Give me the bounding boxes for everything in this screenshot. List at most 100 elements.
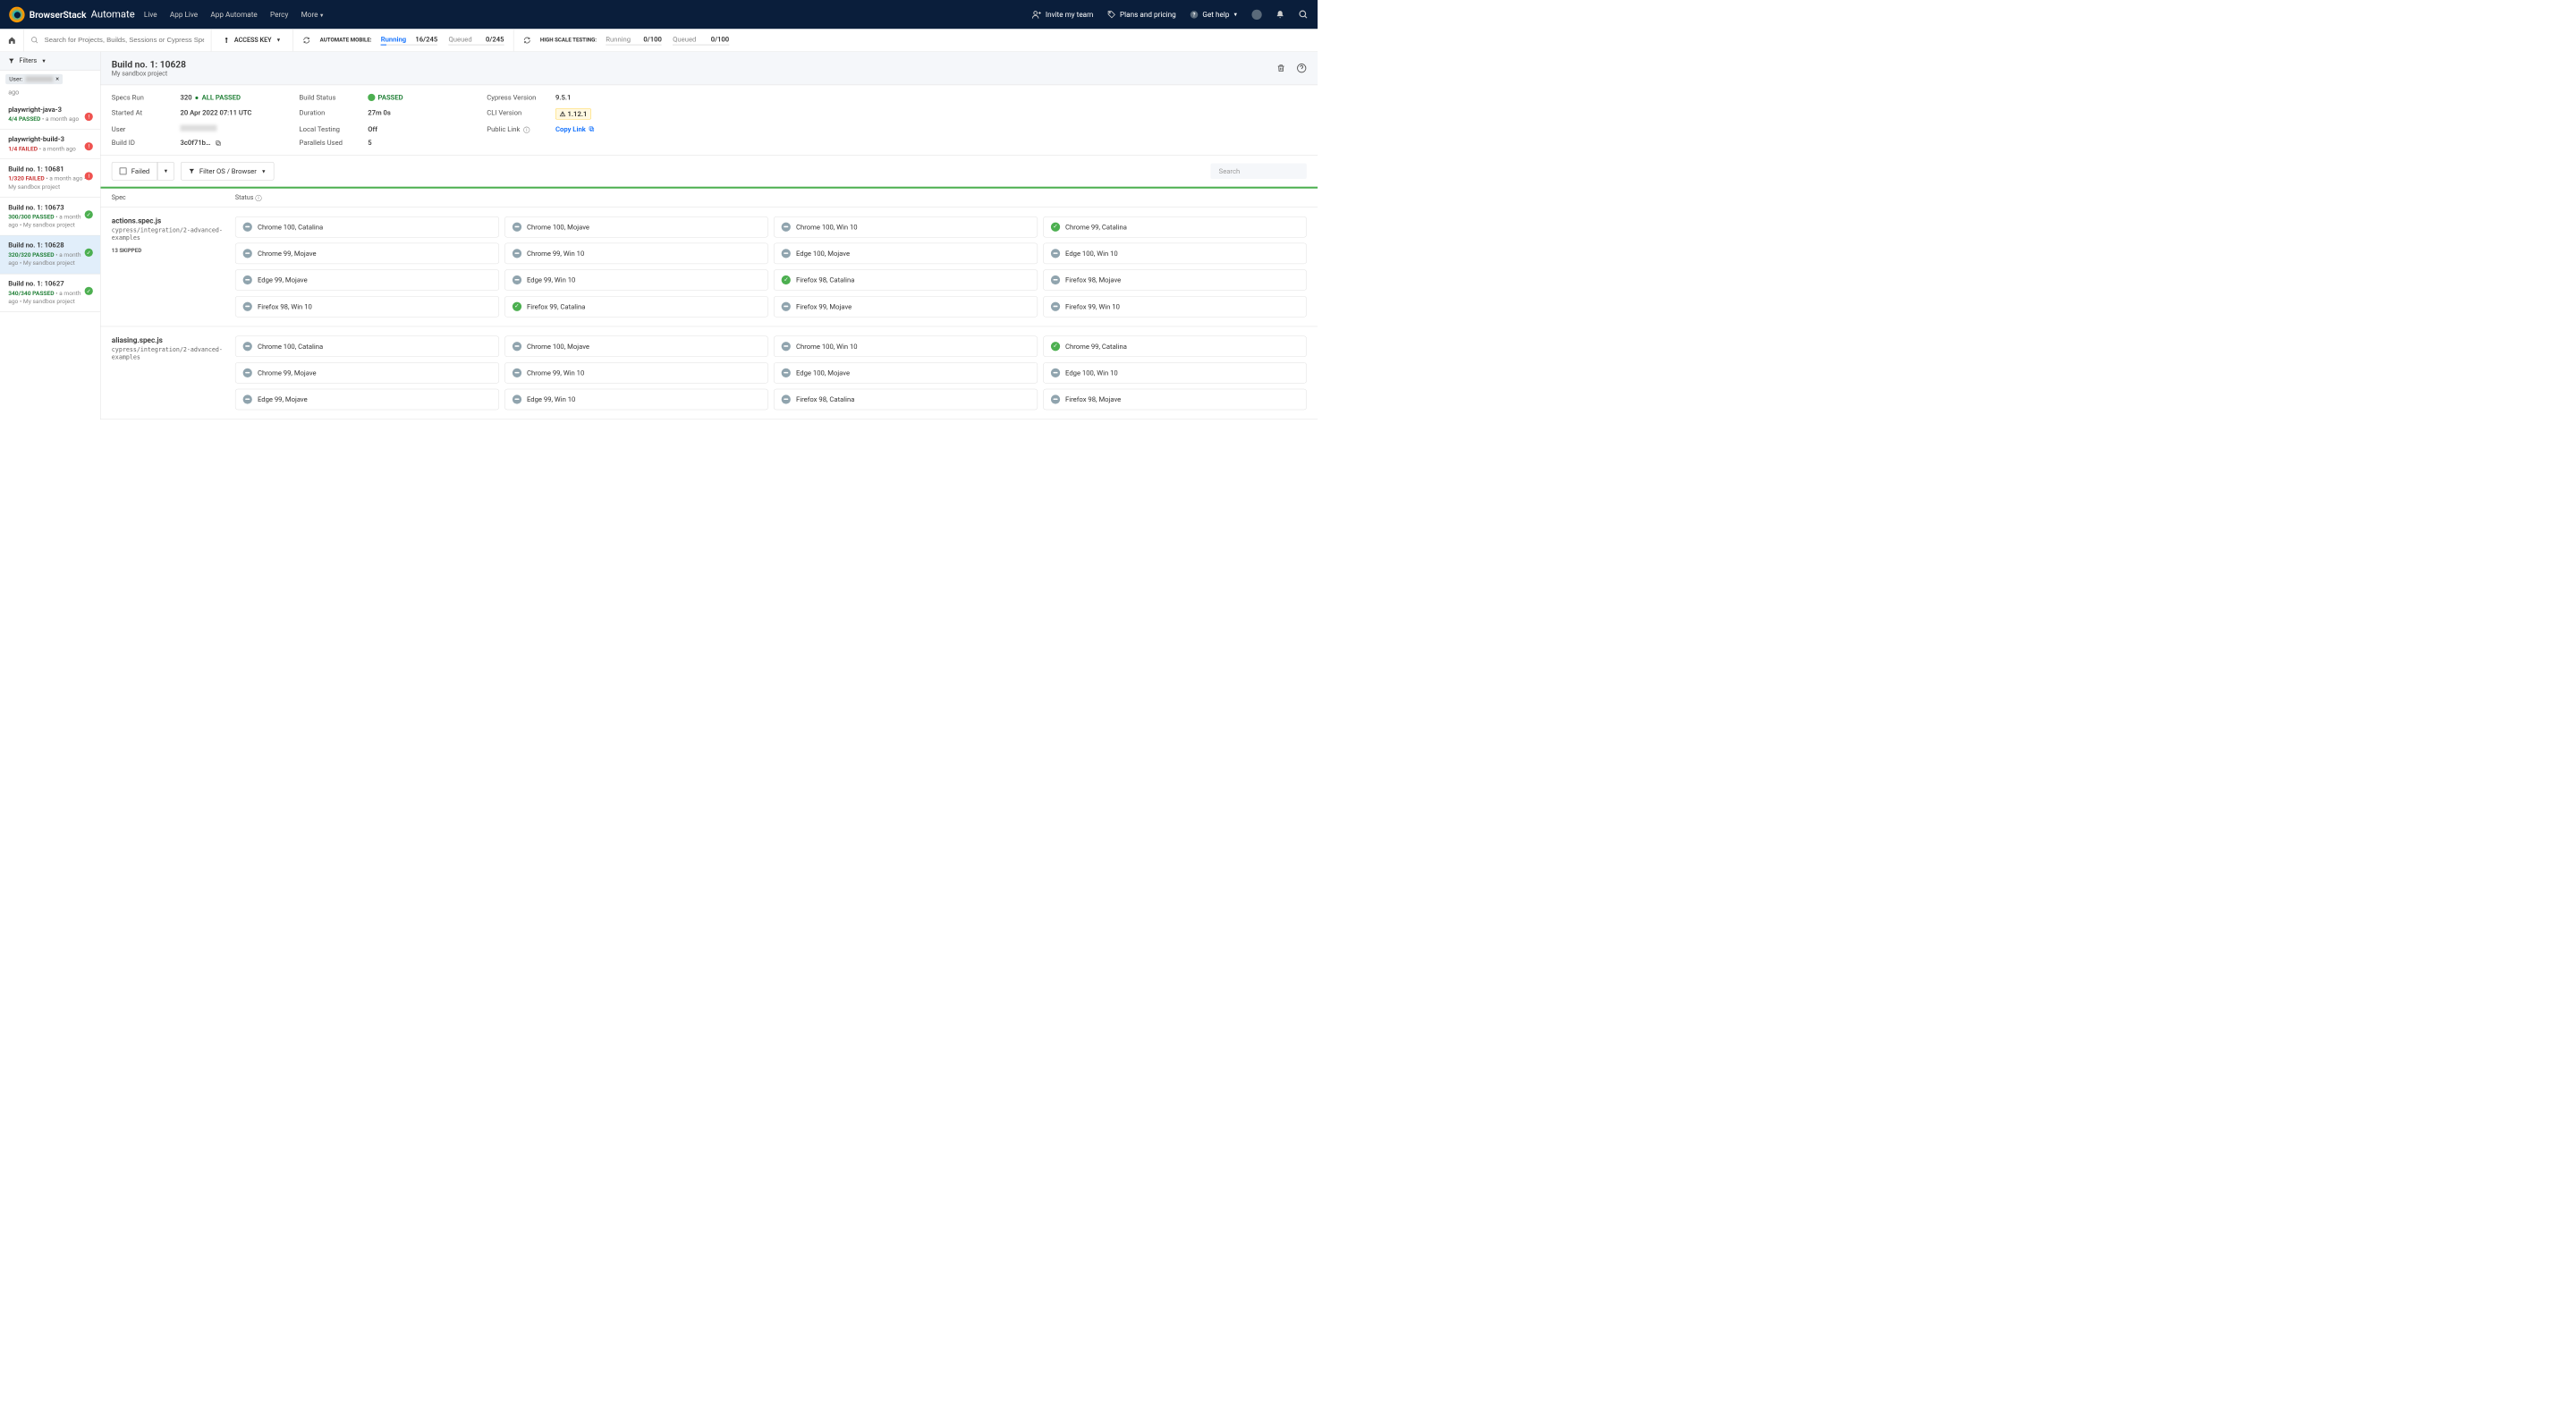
env-chip[interactable]: Edge 99, Mojave xyxy=(235,269,499,291)
copy-link-button[interactable]: Copy Link xyxy=(555,125,595,133)
env-chip[interactable]: Chrome 99, Catalina xyxy=(1043,216,1307,238)
env-chip[interactable]: Edge 99, Win 10 xyxy=(504,389,768,411)
trash-icon[interactable] xyxy=(1276,64,1285,73)
filter-os-label: Filter OS / Browser xyxy=(199,167,257,175)
env-chip[interactable]: Chrome 99, Mojave xyxy=(235,362,499,384)
env-chip[interactable]: Firefox 99, Catalina xyxy=(504,296,768,318)
env-chip-label: Chrome 99, Mojave xyxy=(258,369,317,377)
key-icon xyxy=(224,36,230,44)
build-item[interactable]: Build no. 1: 10673 300/300 PASSED • a mo… xyxy=(0,198,100,236)
invite-label: Invite my team xyxy=(1046,10,1093,19)
env-chip[interactable]: Firefox 99, Win 10 xyxy=(1043,296,1307,318)
filter-chip-user[interactable]: User: × xyxy=(5,74,63,84)
plans-link[interactable]: Plans and pricing xyxy=(1107,10,1176,19)
env-chip-label: Chrome 99, Win 10 xyxy=(527,250,584,258)
tag-icon xyxy=(1107,10,1116,19)
hst-queued-stat: Queued0/100 xyxy=(673,35,729,45)
env-chip[interactable]: Chrome 100, Catalina xyxy=(235,335,499,357)
help-circle-icon[interactable] xyxy=(1297,64,1307,73)
env-chip-label: Firefox 98, Win 10 xyxy=(258,302,312,310)
env-chip-label: Chrome 99, Catalina xyxy=(1065,223,1127,231)
failed-dropdown-toggle[interactable]: ▼ xyxy=(157,162,174,180)
build-item-status: 340/340 PASSED xyxy=(8,290,54,297)
env-chip[interactable]: Edge 100, Win 10 xyxy=(1043,362,1307,384)
env-chip[interactable]: Chrome 99, Win 10 xyxy=(504,362,768,384)
home-button[interactable] xyxy=(0,29,24,52)
env-chip[interactable]: Chrome 99, Win 10 xyxy=(504,243,768,265)
env-chip-label: Firefox 99, Mojave xyxy=(796,302,852,310)
env-chip[interactable]: Chrome 100, Win 10 xyxy=(774,216,1038,238)
info-icon[interactable]: i xyxy=(523,127,530,133)
user-value-blurred xyxy=(181,125,217,131)
env-chip-label: Edge 99, Mojave xyxy=(258,395,308,403)
invite-team-link[interactable]: Invite my team xyxy=(1031,9,1093,19)
refresh-icon[interactable] xyxy=(302,36,310,44)
env-chip-label: Edge 100, Win 10 xyxy=(1065,250,1118,258)
refresh-icon[interactable] xyxy=(522,36,530,44)
topnav-link-app-automate[interactable]: App Automate xyxy=(210,10,257,19)
failed-checkbox[interactable] xyxy=(120,167,127,174)
env-chip-label: Firefox 99, Win 10 xyxy=(1065,302,1120,310)
env-chip[interactable]: Firefox 98, Win 10 xyxy=(235,296,499,318)
build-item-meta: a month ago xyxy=(43,146,76,153)
search-icon[interactable] xyxy=(1299,9,1309,19)
env-chip[interactable]: Edge 100, Mojave xyxy=(774,243,1038,265)
topnav-link-more[interactable]: More ▼ xyxy=(301,10,325,19)
build-item-title: Build no. 1: 10628 xyxy=(8,242,92,250)
skip-icon xyxy=(513,223,521,232)
sidebar-prev-ago: ago xyxy=(0,88,100,99)
mobile-running-stat: Running16/245 xyxy=(381,35,437,45)
access-key-button[interactable]: ACCESS KEY ▼ xyxy=(211,29,293,51)
env-chip[interactable]: Chrome 100, Catalina xyxy=(235,216,499,238)
topnav-link-app-live[interactable]: App Live xyxy=(170,10,198,19)
skip-icon xyxy=(782,302,791,311)
env-chip[interactable]: Firefox 98, Catalina xyxy=(774,269,1038,291)
help-label: Get help xyxy=(1202,10,1229,19)
skip-icon xyxy=(243,369,252,377)
env-chip-label: Firefox 99, Catalina xyxy=(527,302,585,310)
env-chip[interactable]: Chrome 100, Win 10 xyxy=(774,335,1038,357)
search-icon xyxy=(30,36,38,44)
global-search-input[interactable] xyxy=(45,36,205,44)
spec-search-input[interactable]: Search xyxy=(1210,164,1306,179)
build-item[interactable]: playwright-build-3 1/4 FAILED • a month … xyxy=(0,130,100,159)
env-chip[interactable]: Edge 100, Mojave xyxy=(774,362,1038,384)
build-item[interactable]: Build no. 1: 10681 1/320 FAILED • a mont… xyxy=(0,159,100,198)
env-chip[interactable]: Chrome 100, Mojave xyxy=(504,335,768,357)
skip-icon xyxy=(243,302,252,311)
failed-filter-button[interactable]: Failed ▼ xyxy=(112,162,174,180)
build-title: Build no. 1: 10628 xyxy=(112,59,186,70)
env-chip[interactable]: Firefox 98, Mojave xyxy=(1043,389,1307,411)
info-icon[interactable]: i xyxy=(255,195,261,201)
env-chip[interactable]: Chrome 99, Mojave xyxy=(235,243,499,265)
env-chip[interactable]: Firefox 99, Mojave xyxy=(774,296,1038,318)
env-chip[interactable]: Edge 99, Mojave xyxy=(235,389,499,411)
chip-value-blurred xyxy=(25,76,53,81)
build-item[interactable]: playwright-java-3 4/4 PASSED • a month a… xyxy=(0,100,100,130)
filter-icon xyxy=(189,168,195,174)
local-testing-value: Off xyxy=(368,125,487,133)
env-chip-label: Firefox 98, Catalina xyxy=(796,395,854,403)
filter-os-browser-button[interactable]: Filter OS / Browser ▼ xyxy=(181,162,274,180)
chip-remove-icon[interactable]: × xyxy=(55,75,59,82)
env-chip[interactable]: Firefox 98, Mojave xyxy=(1043,269,1307,291)
copy-icon[interactable] xyxy=(215,140,221,147)
svg-text:?: ? xyxy=(1193,12,1196,18)
build-item[interactable]: Build no. 1: 10628 320/320 PASSED • a mo… xyxy=(0,235,100,274)
user-avatar-icon[interactable] xyxy=(1251,9,1261,19)
bell-icon[interactable] xyxy=(1275,9,1284,19)
env-chip[interactable]: Edge 100, Win 10 xyxy=(1043,243,1307,265)
env-chip[interactable]: Chrome 100, Mojave xyxy=(504,216,768,238)
help-link[interactable]: ? Get help ▼ xyxy=(1190,10,1238,19)
topnav-link-live[interactable]: Live xyxy=(144,10,157,19)
env-chip[interactable]: Edge 99, Win 10 xyxy=(504,269,768,291)
env-chip-label: Chrome 100, Catalina xyxy=(258,343,323,351)
env-chip[interactable]: Firefox 98, Catalina xyxy=(774,389,1038,411)
pass-icon xyxy=(513,302,521,311)
filters-toggle[interactable]: Filters ▼ xyxy=(0,52,100,71)
topnav-link-percy[interactable]: Percy xyxy=(270,10,288,19)
home-icon xyxy=(7,36,15,44)
filter-icon xyxy=(8,57,14,64)
env-chip[interactable]: Chrome 99, Catalina xyxy=(1043,335,1307,357)
build-item[interactable]: Build no. 1: 10627 340/340 PASSED • a mo… xyxy=(0,274,100,312)
